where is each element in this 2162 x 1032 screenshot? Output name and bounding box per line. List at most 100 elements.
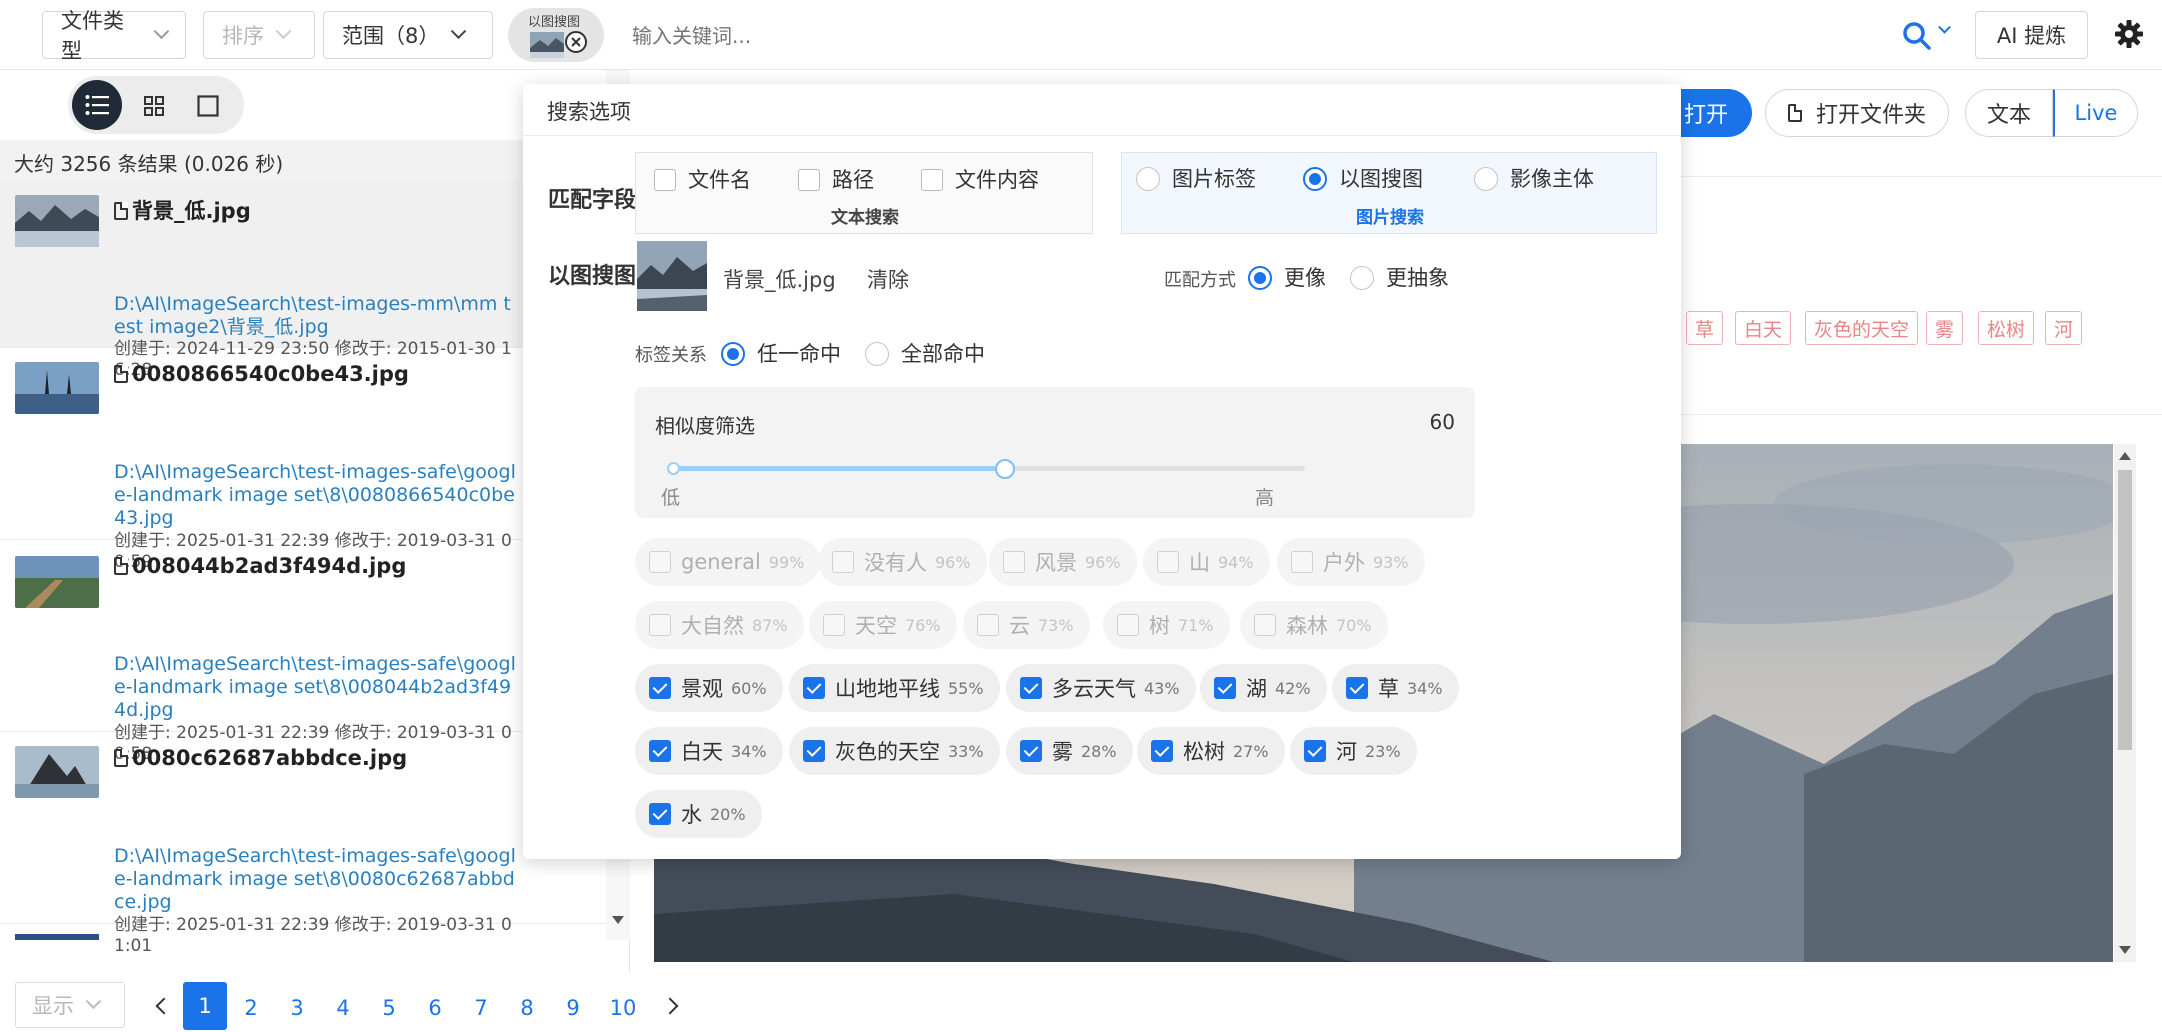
result-path[interactable]: D:\AI\ImageSearch\test-images-safe\googl… <box>114 845 520 914</box>
option-image-tags[interactable]: 图片标签 <box>1136 163 1256 193</box>
option-path[interactable]: 路径 <box>798 164 874 194</box>
prev-page-icon[interactable] <box>155 997 173 1015</box>
clear-button[interactable]: 清除 <box>867 264 909 294</box>
open-folder-button[interactable]: 打开文件夹 <box>1765 89 1949 137</box>
search-icon[interactable] <box>1902 21 1932 51</box>
checkbox[interactable] <box>649 803 671 825</box>
page-button[interactable]: 3 <box>275 986 319 1030</box>
result-item[interactable]: 背景_低.jpg D:\AI\ImageSearch\test-images-m… <box>0 181 610 380</box>
scroll-down-arrow-icon[interactable] <box>2119 946 2131 954</box>
text-view-button[interactable]: 文本 <box>1965 89 2053 137</box>
option-file-content[interactable]: 文件内容 <box>921 164 1039 194</box>
checkbox[interactable] <box>654 169 676 191</box>
scope-dropdown[interactable]: 范围（8） <box>323 11 493 59</box>
page-button[interactable]: 2 <box>229 986 273 1030</box>
checkbox[interactable] <box>649 677 671 699</box>
preview-tag: 雾 <box>1926 311 1964 345</box>
tag-chip[interactable]: 河 23% <box>1290 727 1417 775</box>
option-more-similar[interactable]: 更像 <box>1248 262 1326 292</box>
tag-chip: 云 73% <box>963 601 1090 649</box>
result-path[interactable]: D:\AI\ImageSearch\test-images-safe\googl… <box>114 653 520 722</box>
checkbox[interactable] <box>921 169 943 191</box>
checkbox[interactable] <box>1346 677 1368 699</box>
result-name: 008044b2ad3f494d.jpg <box>114 554 406 578</box>
result-item[interactable]: 0080866540c0be43.jpg D:\AI\ImageSearch\t… <box>0 348 610 572</box>
grid-view-icon[interactable] <box>144 96 164 116</box>
tag-chip[interactable]: 松树 27% <box>1137 727 1285 775</box>
search-mode-chevron-icon[interactable] <box>1938 20 1951 34</box>
page-button[interactable]: 7 <box>459 986 503 1030</box>
checkbox[interactable] <box>1020 677 1042 699</box>
tag-chip: 大自然 87% <box>635 601 804 649</box>
scroll-up-arrow-icon[interactable] <box>2119 452 2131 460</box>
option-image-subject[interactable]: 影像主体 <box>1474 163 1594 193</box>
ai-refine-button[interactable]: AI 提炼 <box>1975 11 2088 59</box>
page-button[interactable]: 1 <box>183 982 227 1030</box>
tag-chip: 山 94% <box>1143 538 1270 586</box>
radio[interactable] <box>1248 266 1272 290</box>
checkbox <box>977 614 999 636</box>
gear-icon[interactable] <box>2114 19 2144 49</box>
result-item[interactable]: 008044b2ad3f494d.jpg D:\AI\ImageSearch\t… <box>0 540 610 764</box>
checkbox <box>1157 551 1179 573</box>
list-view-button[interactable] <box>72 80 122 130</box>
next-page-icon[interactable] <box>661 997 679 1015</box>
text-search-group: 文件名 路径 文件内容 文本搜索 <box>635 152 1093 234</box>
option-image-search[interactable]: 以图搜图 <box>1303 163 1423 193</box>
radio[interactable] <box>1303 167 1327 191</box>
page-button[interactable]: 4 <box>321 986 365 1030</box>
tag-chip[interactable]: 草 34% <box>1332 664 1459 712</box>
single-view-icon[interactable] <box>197 95 219 117</box>
display-dropdown[interactable]: 显示 <box>15 982 125 1028</box>
checkbox[interactable] <box>798 169 820 191</box>
file-type-dropdown[interactable]: 文件类型 <box>42 9 186 63</box>
radio[interactable] <box>1474 167 1498 191</box>
file-icon <box>114 365 128 383</box>
checkbox[interactable] <box>1020 740 1042 762</box>
option-any-match[interactable]: 任一命中 <box>721 338 841 368</box>
checkbox[interactable] <box>649 740 671 762</box>
option-more-abstract[interactable]: 更抽象 <box>1350 262 1449 292</box>
result-path[interactable]: D:\AI\ImageSearch\test-images-mm\mm test… <box>114 293 520 339</box>
page-button[interactable]: 5 <box>367 986 411 1030</box>
checkbox[interactable] <box>1151 740 1173 762</box>
checkbox[interactable] <box>1304 740 1326 762</box>
preview-tag: 白天 <box>1735 311 1792 345</box>
preview-scrollbar[interactable] <box>2114 444 2136 962</box>
result-item[interactable]: 0080c62687abbdce.jpg D:\AI\ImageSearch\t… <box>0 732 610 956</box>
sort-dropdown[interactable]: 排序 <box>203 11 315 59</box>
live-view-button[interactable]: Live <box>2053 89 2138 137</box>
chevron-down-icon <box>451 22 467 39</box>
tag-chip[interactable]: 景观 60% <box>635 664 783 712</box>
tag-chip[interactable]: 灰色的天空 33% <box>789 727 1000 775</box>
checkbox[interactable] <box>1214 677 1236 699</box>
page-button[interactable]: 9 <box>551 986 595 1030</box>
preview-scroll-thumb[interactable] <box>2118 470 2132 750</box>
search-input[interactable] <box>632 14 1872 58</box>
similarity-slider[interactable] <box>667 459 1305 479</box>
radio[interactable] <box>865 342 889 366</box>
page-button[interactable]: 6 <box>413 986 457 1030</box>
result-path[interactable]: D:\AI\ImageSearch\test-images-safe\googl… <box>114 461 520 530</box>
page-button[interactable]: 8 <box>505 986 549 1030</box>
image-search-chip[interactable]: 以图搜图 <box>508 8 604 62</box>
scroll-down-arrow-icon[interactable] <box>612 916 624 924</box>
close-icon[interactable] <box>564 30 588 54</box>
slider-handle[interactable] <box>995 459 1015 479</box>
tag-chip[interactable]: 水 20% <box>635 790 762 838</box>
tag-chip[interactable]: 湖 42% <box>1200 664 1327 712</box>
radio[interactable] <box>721 342 745 366</box>
option-all-match[interactable]: 全部命中 <box>865 338 985 368</box>
checkbox[interactable] <box>803 740 825 762</box>
tag-chip[interactable]: 山地地平线 55% <box>789 664 1000 712</box>
slider-start-handle[interactable] <box>667 462 680 475</box>
radio[interactable] <box>1136 167 1160 191</box>
tag-chip[interactable]: 多云天气 43% <box>1006 664 1196 712</box>
option-filename[interactable]: 文件名 <box>654 164 751 194</box>
tag-chip[interactable]: 雾 28% <box>1006 727 1133 775</box>
page-button[interactable]: 10 <box>601 986 645 1030</box>
radio[interactable] <box>1350 266 1374 290</box>
file-icon <box>114 202 128 220</box>
tag-chip[interactable]: 白天 34% <box>635 727 783 775</box>
checkbox[interactable] <box>803 677 825 699</box>
